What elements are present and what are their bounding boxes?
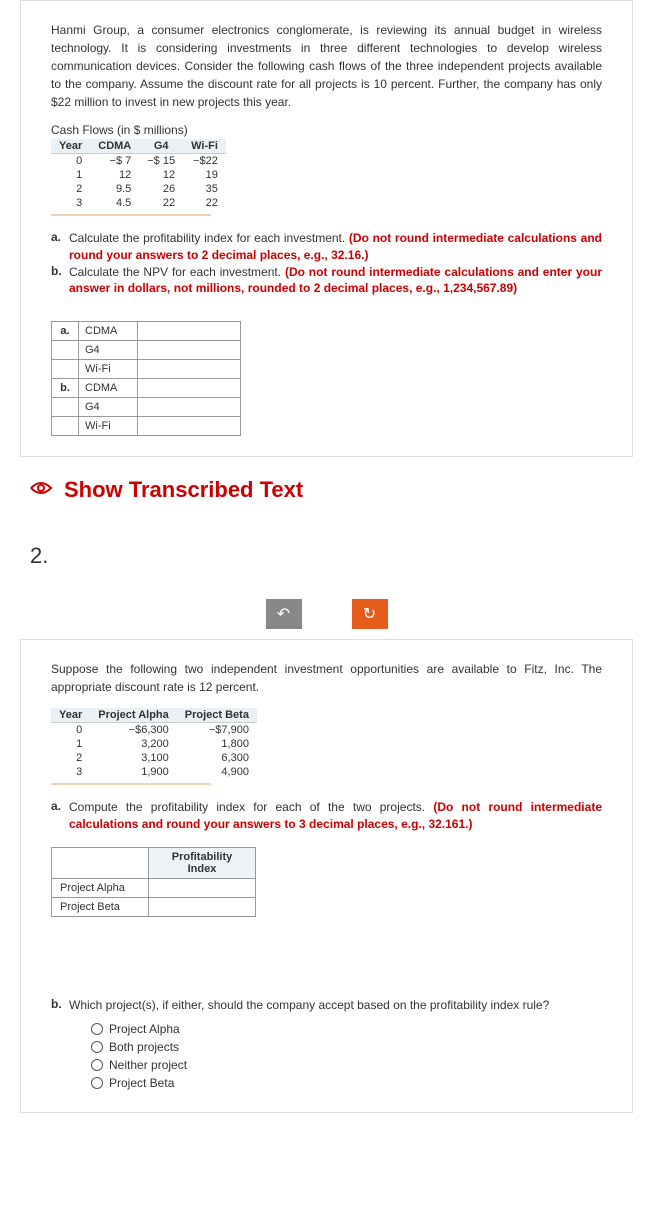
table-row: 23,1006,300 [51, 751, 257, 765]
show-transcribed-button[interactable]: Show Transcribed Text [30, 477, 623, 503]
table-row: 13,2001,800 [51, 737, 257, 751]
th-year: Year [51, 139, 90, 154]
answer-input[interactable] [138, 341, 241, 360]
q2b-label: b. [51, 997, 69, 1014]
radio-icon [91, 1023, 103, 1035]
row-label: G4 [79, 398, 138, 417]
table-row: 0 −$ 7 −$ 15 −$22 [51, 154, 226, 169]
row-marker: b. [52, 379, 79, 398]
row-label: CDMA [79, 379, 138, 398]
question-number-2: 2. [30, 543, 623, 569]
radio-icon [91, 1077, 103, 1089]
radio-option[interactable]: Project Beta [91, 1074, 602, 1092]
table-row: 1 12 12 19 [51, 168, 226, 182]
q2a-label: a. [51, 799, 69, 833]
row-label: Project Beta [52, 897, 149, 916]
q2b-text: Which project(s), if either, should the … [69, 997, 602, 1014]
th-g4: G4 [139, 139, 183, 154]
th-wifi: Wi-Fi [183, 139, 226, 154]
table-row: Project Alpha [52, 878, 256, 897]
cashflow-table: Year CDMA G4 Wi-Fi 0 −$ 7 −$ 15 −$22 1 1… [51, 139, 226, 210]
table-row: Wi-Fi [52, 360, 241, 379]
answer-table: a. CDMA G4 Wi-Fi b. CDMA G4 Wi-Fi [51, 321, 241, 436]
radio-option[interactable]: Both projects [91, 1038, 602, 1056]
radio-option[interactable]: Project Alpha [91, 1020, 602, 1038]
th-beta: Project Beta [177, 708, 257, 723]
q1a-label: a. [51, 230, 69, 264]
table-row: G4 [52, 341, 241, 360]
th-alpha: Project Alpha [90, 708, 177, 723]
answer-input[interactable] [138, 322, 241, 341]
row-label: Wi-Fi [79, 360, 138, 379]
q2-intro: Suppose the following two independent in… [51, 660, 602, 696]
undo-icon: ↶ [277, 604, 290, 624]
q1b-text: Calculate the NPV for each investment. (… [69, 264, 602, 298]
table-row: b. CDMA [52, 379, 241, 398]
pi-table: Profitability Index Project Alpha Projec… [51, 847, 256, 917]
q1b-label: b. [51, 264, 69, 298]
row-label: CDMA [79, 322, 138, 341]
radio-icon [91, 1059, 103, 1071]
answer-input[interactable] [138, 398, 241, 417]
th-cdma: CDMA [90, 139, 139, 154]
table-divider [51, 783, 211, 785]
question-2-card: Suppose the following two independent in… [20, 639, 633, 1112]
answer-input[interactable] [138, 360, 241, 379]
eye-icon [30, 480, 52, 501]
table-row: 31,9004,900 [51, 765, 257, 779]
table-divider [51, 214, 211, 216]
table-row: 2 9.5 26 35 [51, 182, 226, 196]
q1-intro: Hanmi Group, a consumer electronics cong… [51, 21, 602, 111]
transcribed-label: Show Transcribed Text [64, 477, 303, 503]
row-marker: a. [52, 322, 79, 341]
answer-input[interactable] [138, 379, 241, 398]
undo-button[interactable]: ↶ [266, 599, 302, 629]
row-label: G4 [79, 341, 138, 360]
radio-icon [91, 1041, 103, 1053]
row-label: Project Alpha [52, 878, 149, 897]
table-row: 0−$6,300−$7,900 [51, 723, 257, 738]
q2-cashflow-table: Year Project Alpha Project Beta 0−$6,300… [51, 708, 257, 779]
table-row: G4 [52, 398, 241, 417]
q2a-text: Compute the profitability index for each… [69, 799, 602, 833]
q1a-text: Calculate the profitability index for ea… [69, 230, 602, 264]
th-year: Year [51, 708, 90, 723]
table-row: 3 4.5 22 22 [51, 196, 226, 210]
row-label: Wi-Fi [79, 417, 138, 436]
table-row: a. CDMA [52, 322, 241, 341]
cashflow-title: Cash Flows (in $ millions) [51, 123, 602, 137]
question-1-card: Hanmi Group, a consumer electronics cong… [20, 0, 633, 457]
radio-option[interactable]: Neither project [91, 1056, 602, 1074]
table-row: Project Beta [52, 897, 256, 916]
pi-header: Profitability Index [149, 847, 256, 878]
table-row: Wi-Fi [52, 417, 241, 436]
answer-input[interactable] [149, 878, 256, 897]
redo-icon: ↻ [363, 604, 376, 624]
redo-button[interactable]: ↻ [352, 599, 388, 629]
answer-input[interactable] [138, 417, 241, 436]
answer-input[interactable] [149, 897, 256, 916]
radio-group: Project Alpha Both projects Neither proj… [91, 1020, 602, 1092]
